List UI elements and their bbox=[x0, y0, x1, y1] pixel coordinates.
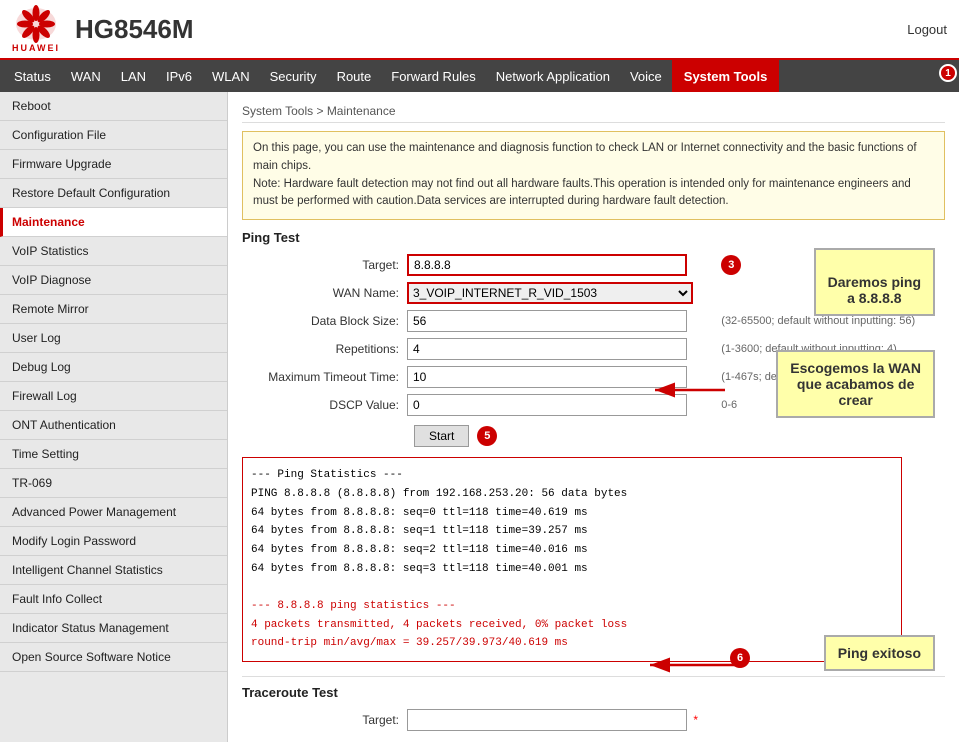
ping-output-line2: PING 8.8.8.8 (8.8.8.8) from 192.168.253.… bbox=[251, 485, 893, 504]
logout-button[interactable]: Logout bbox=[907, 22, 947, 37]
start-button[interactable]: Start bbox=[414, 425, 469, 447]
huawei-logo-icon bbox=[12, 5, 60, 43]
ping-output-line5: 64 bytes from 8.8.8.8: seq=2 ttl=118 tim… bbox=[251, 541, 893, 560]
sidebar-item-maintenance[interactable]: Maintenance bbox=[0, 208, 227, 237]
traceroute-title: Traceroute Test bbox=[242, 685, 945, 700]
sidebar-item-channel-stats[interactable]: Intelligent Channel Statistics bbox=[0, 556, 227, 585]
sidebar-item-firmware[interactable]: Firmware Upgrade bbox=[0, 150, 227, 179]
nav-item-network-app[interactable]: Network Application bbox=[486, 60, 620, 92]
callout-ping: Daremos pinga 8.8.8.8 bbox=[814, 248, 935, 316]
sidebar-item-voip-diagnose[interactable]: VoIP Diagnose bbox=[0, 266, 227, 295]
badge-5: 5 bbox=[477, 426, 497, 446]
breadcrumb: System Tools > Maintenance bbox=[242, 100, 945, 123]
nav-badge-1: 1 bbox=[939, 64, 957, 82]
wan-name-select[interactable]: 3_VOIP_INTERNET_R_VID_1503 bbox=[407, 282, 693, 304]
traceroute-section: Traceroute Test Target: * bbox=[242, 676, 945, 734]
arrow-wan-icon bbox=[650, 375, 730, 405]
repetitions-label: Repetitions: bbox=[242, 335, 407, 363]
sidebar-item-indicator-status[interactable]: Indicator Status Management bbox=[0, 614, 227, 643]
sidebar-item-reboot[interactable]: Reboot bbox=[0, 92, 227, 121]
callout-wan: Escogemos la WANque acabamos decrear bbox=[776, 350, 935, 418]
traceroute-form-table: Target: * bbox=[242, 706, 698, 734]
ping-output-line3: 64 bytes from 8.8.8.8: seq=0 ttl=118 tim… bbox=[251, 504, 893, 523]
sidebar-item-user-log[interactable]: User Log bbox=[0, 324, 227, 353]
sidebar: Reboot Configuration File Firmware Upgra… bbox=[0, 92, 228, 742]
nav-item-security[interactable]: Security bbox=[260, 60, 327, 92]
nav-item-wan[interactable]: WAN bbox=[61, 60, 111, 92]
ping-output-box: --- Ping Statistics --- PING 8.8.8.8 (8.… bbox=[242, 457, 902, 662]
sidebar-item-time-setting[interactable]: Time Setting bbox=[0, 440, 227, 469]
sidebar-item-login-password[interactable]: Modify Login Password bbox=[0, 527, 227, 556]
sidebar-item-firewall-log[interactable]: Firewall Log bbox=[0, 382, 227, 411]
nav-item-ipv6[interactable]: IPv6 bbox=[156, 60, 202, 92]
nav-item-forward-rules[interactable]: Forward Rules bbox=[381, 60, 486, 92]
target-label: Target: bbox=[242, 251, 407, 279]
traceroute-target-label: Target: bbox=[242, 706, 407, 734]
data-block-label: Data Block Size: bbox=[242, 307, 407, 335]
badge-3: 3 bbox=[721, 255, 741, 275]
nav-bar: Status WAN LAN IPv6 WLAN Security Route … bbox=[0, 60, 959, 92]
sidebar-item-fault-info[interactable]: Fault Info Collect bbox=[0, 585, 227, 614]
sidebar-item-power-mgmt[interactable]: Advanced Power Management bbox=[0, 498, 227, 527]
max-timeout-input[interactable] bbox=[407, 366, 687, 388]
notice-line2: Note: Hardware fault detection may not f… bbox=[253, 178, 911, 208]
sidebar-item-tr069[interactable]: TR-069 bbox=[0, 469, 227, 498]
notice-box: On this page, you can use the maintenanc… bbox=[242, 131, 945, 220]
traceroute-target-input[interactable] bbox=[407, 709, 687, 731]
sidebar-item-restore[interactable]: Restore Default Configuration bbox=[0, 179, 227, 208]
nav-item-voice[interactable]: Voice bbox=[620, 60, 672, 92]
badge-6: 6 bbox=[730, 648, 750, 668]
ping-output-line4: 64 bytes from 8.8.8.8: seq=1 ttl=118 tim… bbox=[251, 522, 893, 541]
repetitions-input[interactable] bbox=[407, 338, 687, 360]
required-marker: * bbox=[693, 713, 698, 727]
ping-output-line10: round-trip min/avg/max = 39.257/39.973/4… bbox=[251, 634, 893, 653]
data-block-input[interactable] bbox=[407, 310, 687, 332]
notice-line1: On this page, you can use the maintenanc… bbox=[253, 142, 917, 172]
callout-ping-ok: Ping exitoso bbox=[824, 635, 935, 671]
target-input[interactable] bbox=[407, 254, 687, 276]
nav-item-route[interactable]: Route bbox=[327, 60, 382, 92]
content-area: System Tools > Maintenance On this page,… bbox=[228, 92, 959, 742]
ping-output-line8: --- 8.8.8.8 ping statistics --- bbox=[251, 597, 893, 616]
dscp-input[interactable] bbox=[407, 394, 687, 416]
sidebar-item-open-source[interactable]: Open Source Software Notice bbox=[0, 643, 227, 672]
sidebar-item-voip-stats[interactable]: VoIP Statistics bbox=[0, 237, 227, 266]
sidebar-item-debug-log[interactable]: Debug Log bbox=[0, 353, 227, 382]
nav-item-status[interactable]: Status bbox=[4, 60, 61, 92]
device-name: HG8546M bbox=[75, 14, 907, 45]
sidebar-item-config-file[interactable]: Configuration File bbox=[0, 121, 227, 150]
sidebar-item-remote-mirror[interactable]: Remote Mirror bbox=[0, 295, 227, 324]
ping-output-line6: 64 bytes from 8.8.8.8: seq=3 ttl=118 tim… bbox=[251, 560, 893, 579]
max-timeout-label: Maximum Timeout Time: bbox=[242, 363, 407, 391]
ping-test-section: Ping Test Target: 3 WAN Name: bbox=[242, 230, 945, 662]
logo-text: HUAWEI bbox=[12, 43, 60, 53]
nav-item-system-tools[interactable]: System Tools bbox=[672, 60, 780, 92]
sidebar-item-ont-auth[interactable]: ONT Authentication bbox=[0, 411, 227, 440]
ping-test-title: Ping Test bbox=[242, 230, 945, 245]
wan-name-label: WAN Name: bbox=[242, 279, 407, 307]
nav-item-lan[interactable]: LAN bbox=[111, 60, 156, 92]
nav-item-wlan[interactable]: WLAN bbox=[202, 60, 260, 92]
ping-output-line9: 4 packets transmitted, 4 packets receive… bbox=[251, 616, 893, 635]
ping-output-line1: --- Ping Statistics --- bbox=[251, 466, 893, 485]
dscp-label: DSCP Value: bbox=[242, 391, 407, 419]
logo-area: HUAWEI bbox=[12, 5, 60, 53]
